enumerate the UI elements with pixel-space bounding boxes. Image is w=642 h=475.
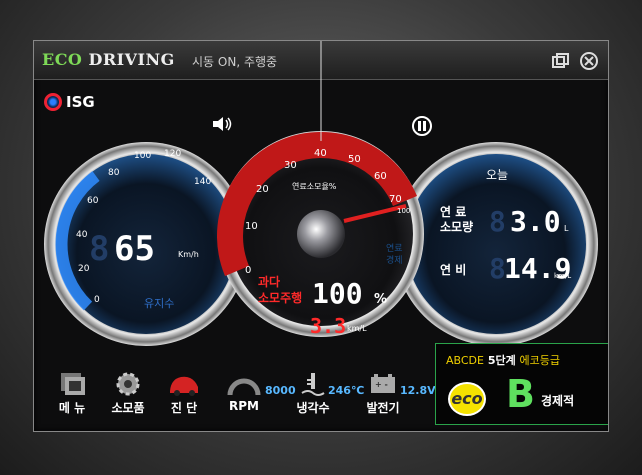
speed-tick-20: 20: [78, 264, 90, 274]
diagnosis-label: 진 단: [170, 401, 198, 415]
coolant-label: 냉각수: [296, 401, 330, 415]
fuel-used-label-1: 연 료: [440, 204, 466, 219]
svg-text:+ -: + -: [375, 380, 388, 389]
eco-grade-panel[interactable]: ABCDE 5단계 에코등급 eco B 경제적: [435, 343, 608, 425]
overconsume-label-2: 소모주행: [258, 290, 302, 305]
rpm-button[interactable]: RPM: [222, 371, 266, 413]
speed-tick-60: 60: [87, 196, 99, 206]
fuel-efficiency-value: 3.3: [310, 314, 346, 338]
generator-button[interactable]: + - 발전기: [361, 371, 405, 416]
speed-tick-40: 40: [76, 230, 88, 240]
speed-value: 65: [114, 229, 155, 269]
rate-tick-100: 100: [397, 207, 410, 215]
fuel-used-label-2: 소모량: [440, 220, 473, 234]
eco-driving-screen: ECO DRIVING 시동 ON, 주행중 ISG 0 20 40 60 80…: [33, 40, 609, 432]
leaf-label-1: 연료: [386, 243, 403, 254]
coolant-value: 246℃: [328, 384, 365, 397]
battery-icon: + -: [371, 374, 395, 393]
speed-tick-100: 100: [134, 151, 151, 161]
speaker-icon: [213, 117, 232, 131]
gauge-hub: [297, 210, 345, 258]
percent-sign: %: [374, 292, 387, 307]
rate-tick-20: 20: [256, 184, 269, 195]
menu-button[interactable]: 메 뉴: [52, 371, 92, 416]
rate-tick-40: 40: [314, 148, 327, 159]
consumables-label: 소모품: [111, 401, 145, 415]
overconsume-label-1: 과다: [258, 274, 280, 289]
rpm-label: RPM: [229, 399, 259, 413]
menu-label: 메 뉴: [58, 401, 86, 415]
fuel-used-ghost: 8: [489, 205, 506, 238]
efficiency-unit: km/L: [554, 272, 571, 280]
speed-ghost-digit: 8: [89, 229, 109, 269]
diagnosis-button[interactable]: 진 단: [162, 371, 206, 416]
fuel-used-value: 3.0: [510, 205, 561, 238]
leaf-label-2: 경제: [386, 254, 403, 266]
generator-label: 발전기: [366, 401, 400, 415]
fuel-used-unit: L: [564, 224, 569, 233]
generator-value: 12.8V: [400, 384, 436, 397]
tachometer-icon: [227, 378, 261, 396]
fuel-efficiency-unit: km/L: [347, 324, 367, 333]
speed-sub-label: 유지수: [144, 297, 174, 310]
pause-button[interactable]: [411, 115, 433, 137]
menu-icon: [61, 373, 85, 395]
eco-grade-steps: 5단계: [483, 354, 520, 367]
rate-tick-60: 60: [374, 171, 387, 182]
efficiency-label: 연 비: [440, 262, 466, 277]
rate-tick-70: 70: [389, 194, 402, 205]
fuel-rate-caption: 연료소모율%: [292, 182, 337, 191]
eco-grade-value: B: [506, 372, 535, 416]
speed-tick-140: 140: [194, 177, 211, 187]
thermometer-icon: [301, 373, 325, 396]
eco-grade-letters: ABCDE: [446, 354, 484, 367]
speed-tick-0: 0: [94, 295, 100, 305]
gear-icon: [116, 372, 140, 396]
speed-tick-120: 120: [164, 149, 181, 159]
rate-tick-50: 50: [348, 154, 361, 165]
rate-tick-30: 30: [284, 160, 297, 171]
eco-badge-icon: eco: [448, 382, 486, 416]
rate-tick-10: 10: [245, 221, 258, 232]
gauge-cluster: 0 20 40 60 80 100 120 140 0 10 20 30 40 …: [44, 41, 598, 346]
speaker-button[interactable]: [211, 115, 233, 133]
today-label: 오늘: [486, 168, 508, 182]
consumables-button[interactable]: 소모품: [106, 371, 150, 416]
efficiency-value: 14.9: [504, 252, 571, 285]
car-icon: [170, 376, 198, 396]
eco-grade-name: 에코등급: [519, 354, 561, 367]
eco-grade-title: ABCDE 5단계 에코등급: [446, 352, 560, 368]
eco-grade-text: 경제적: [541, 394, 575, 408]
fuel-rate-percent: 100: [312, 277, 363, 310]
rate-tick-0: 0: [245, 265, 251, 276]
speed-unit: Km/h: [178, 250, 199, 259]
speed-tick-80: 80: [108, 168, 120, 178]
pause-icon: [412, 116, 432, 136]
